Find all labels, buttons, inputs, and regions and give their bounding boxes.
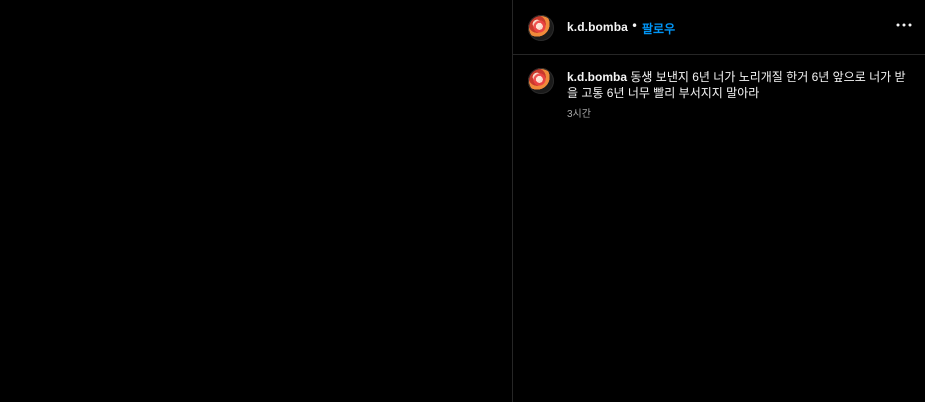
post-side-panel: k.d.bomba • 팔로우 k.d.bomba 동생 보낸지 6년 너가 노… — [512, 0, 925, 402]
caption-username[interactable]: k.d.bomba — [567, 70, 627, 84]
post-media[interactable] — [0, 0, 512, 402]
caption-timestamp[interactable]: 3시간 — [567, 105, 591, 120]
header-username[interactable]: k.d.bomba — [567, 20, 628, 34]
caption-avatar[interactable] — [528, 68, 554, 94]
post-header: k.d.bomba • 팔로우 — [513, 0, 925, 55]
follow-button[interactable]: 팔로우 — [642, 20, 675, 37]
post-viewer: k.d.bomba • 팔로우 k.d.bomba 동생 보낸지 6년 너가 노… — [0, 0, 925, 402]
more-horizontal-icon — [896, 23, 912, 27]
profile-avatar[interactable] — [528, 15, 554, 41]
header-separator: • — [631, 19, 639, 33]
caption-comment: k.d.bomba 동생 보낸지 6년 너가 노리개질 한거 6년 앞으로 너가… — [513, 56, 925, 136]
more-options-button[interactable] — [893, 14, 915, 36]
caption-text: k.d.bomba 동생 보낸지 6년 너가 노리개질 한거 6년 앞으로 너가… — [567, 69, 907, 101]
